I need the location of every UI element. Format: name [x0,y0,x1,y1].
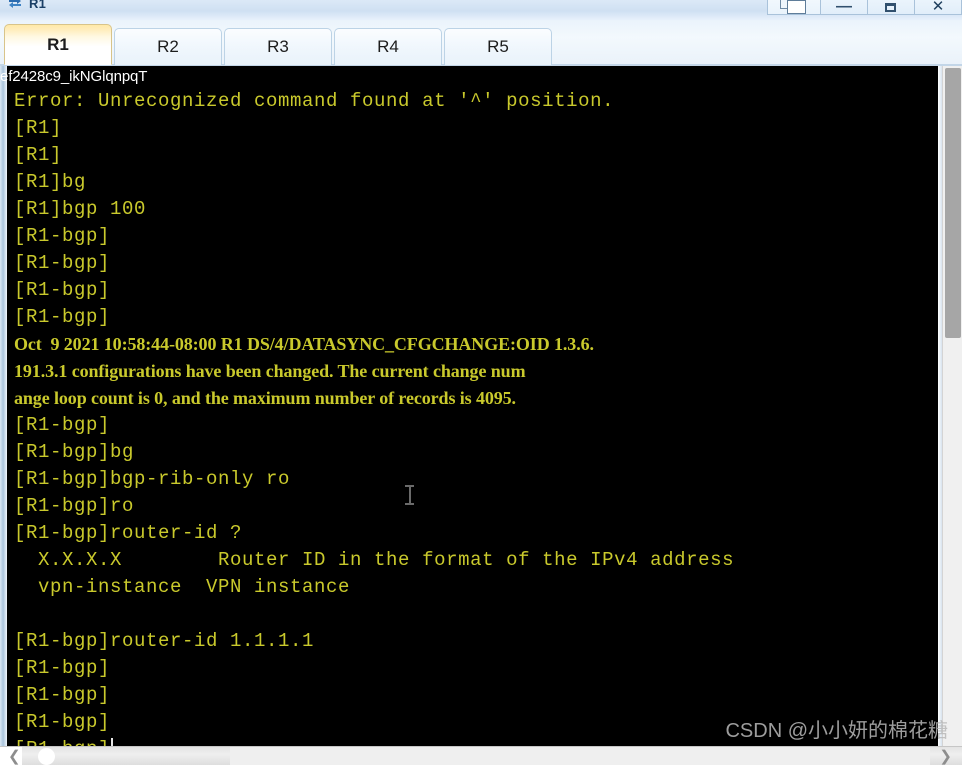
terminal-line-text: [R1-bgp] [14,684,111,706]
terminal-line-text: [R1]bg [14,171,87,193]
maximize-icon [885,3,896,12]
terminal-line: [R1-bgp] [7,277,942,304]
terminal-line-text: [R1-bgp]router-id 1.1.1.1 [14,630,315,652]
terminal-line-text: vpn-instance VPN instance [14,576,351,598]
terminal-caret [111,738,114,746]
terminal-line: [R1-bgp]ro [7,493,942,520]
tab-label: R5 [487,37,509,56]
terminal-line-text: [R1-bgp]router-id ? [14,522,243,544]
tab-strip: R1 R2 R3 R4 R5 [0,20,962,66]
terminal-line: [R1-bgp] [7,736,942,746]
tab-list: R1 R2 R3 R4 R5 [4,23,554,65]
window-title-text: R1 [29,0,47,11]
terminal-line: [R1-bgp] [7,709,942,736]
window-title-group: R1 [6,0,46,12]
terminal-line-text: 191.3.1 configurations have been changed… [14,361,526,381]
terminal-line-text: Oct 9 2021 10:58:44-08:00 R1 DS/4/DATASY… [14,334,594,354]
tab-r4[interactable]: R4 [334,28,442,65]
restore-down-button[interactable] [767,0,821,15]
router-icon [6,0,24,12]
tab-label: R2 [157,37,179,56]
terminal-line-text: X.X.X.X Router ID in the format of the I… [14,549,735,571]
terminal-panel: ef2428c9_ikNGlqnpqT Error: Unrecognized … [0,66,962,746]
terminal-line: [R1-bgp] [7,250,942,277]
terminal-line: [R1] [7,142,942,169]
terminal-line-text: [R1-bgp] [14,738,110,746]
taskbar-items-area [230,747,930,765]
terminal-line-text: Error: Unrecognized command found at '^'… [14,90,615,112]
close-button[interactable]: ✕ [914,0,962,15]
minimize-icon: — [836,0,852,15]
terminal-line: [R1]bg [7,169,942,196]
terminal-line: [R1-bgp]bgp-rib-only ro [7,466,942,493]
terminal-line-text: [R1-bgp] [14,252,111,274]
terminal-line: [R1-bgp] [7,412,942,439]
terminal-line-text: [R1-bgp] [14,657,111,679]
tab-label: R3 [267,37,289,56]
window-titlebar: R1 — ✕ [0,0,962,21]
terminal-line: [R1-bgp]router-id ? [7,520,942,547]
terminal-line: X.X.X.X Router ID in the format of the I… [7,547,942,574]
scrollbar-thumb[interactable] [945,68,961,338]
terminal-line-text: [R1-bgp] [14,306,111,328]
tab-r5[interactable]: R5 [444,28,552,65]
terminal-line: [R1-bgp]bg [7,439,942,466]
terminal-scrollbar[interactable] [942,66,962,746]
terminal-line-text: [R1-bgp]ro [14,495,135,517]
tab-r2[interactable]: R2 [114,28,222,65]
terminal-line: [R1-bgp] [7,223,942,250]
terminal-line: vpn-instance VPN instance [7,574,942,601]
terminal-line-text: [R1-bgp] [14,711,111,733]
terminal-line: 191.3.1 configurations have been changed… [7,358,942,385]
terminal-output[interactable]: Error: Unrecognized command found at '^'… [7,88,942,746]
taskbar-circle-icon[interactable] [38,748,55,765]
terminal-line: [R1-bgp]router-id 1.1.1.1 [7,628,942,655]
terminal-line-text: [R1-bgp]bgp-rib-only ro [14,468,291,490]
terminal-line-text: ange loop count is 0, and the maximum nu… [14,388,516,408]
terminal-line-text: [R1-bgp] [14,414,111,436]
tab-r3[interactable]: R3 [224,28,332,65]
terminal-line-text: [R1] [14,144,63,166]
terminal-line: Error: Unrecognized command found at '^'… [7,88,942,115]
chevron-right-icon[interactable]: ❯ [939,749,952,764]
maximize-button[interactable] [867,0,915,15]
terminal-line-text: [R1-bgp] [14,279,111,301]
tab-label: R1 [47,34,69,54]
terminal-line-text: [R1-bgp] [14,225,111,247]
restore-icon [780,0,806,14]
tab-r1[interactable]: R1 [4,24,112,65]
terminal-line: [R1] [7,115,942,142]
chevron-left-icon[interactable]: ❮ [8,749,21,764]
app-window: R1 — ✕ R1 R2 R3 R4 R5 ef2428c9_ikNGlqnpq… [0,0,962,765]
terminal-line: [R1-bgp] [7,682,942,709]
minimize-button[interactable]: — [820,0,868,15]
terminal-line-text: [R1] [14,117,63,139]
terminal-line-text: [R1]bgp 100 [14,198,147,220]
terminal-session-header: ef2428c9_ikNGlqnpqT [0,68,148,85]
close-icon: ✕ [931,0,945,15]
taskbar: ❮ ❯ [0,746,962,765]
terminal-line-text: [R1-bgp]bg [14,441,135,463]
tab-label: R4 [377,37,399,56]
terminal-left-bevel [0,66,7,746]
terminal-line: ange loop count is 0, and the maximum nu… [7,385,942,412]
terminal-line: [R1-bgp] [7,304,942,331]
terminal-line: [R1]bgp 100 [7,196,942,223]
terminal-line: [R1-bgp] [7,655,942,682]
terminal-line: Oct 9 2021 10:58:44-08:00 R1 DS/4/DATASY… [7,331,942,358]
window-controls: — ✕ [767,0,962,16]
